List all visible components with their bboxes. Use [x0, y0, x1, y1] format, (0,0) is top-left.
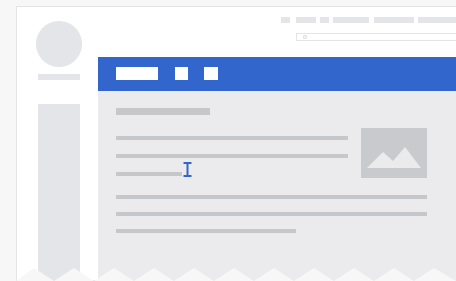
top-nav-placeholder [320, 17, 329, 23]
top-nav-placeholder [296, 17, 316, 23]
text-line-placeholder [116, 136, 348, 140]
avatar-placeholder [36, 21, 82, 67]
heading-placeholder [116, 108, 210, 115]
text-line-placeholder [116, 212, 427, 216]
header-title-placeholder [116, 67, 158, 80]
address-bar-dot [303, 35, 307, 39]
top-nav-placeholder [333, 17, 369, 23]
avatar-caption-placeholder [38, 74, 80, 80]
text-cursor-icon [183, 162, 192, 177]
window-header [98, 57, 456, 91]
image-placeholder-icon [361, 128, 427, 178]
sidebar-placeholder [38, 104, 80, 281]
header-button-placeholder [175, 67, 188, 80]
text-line-placeholder [116, 195, 427, 199]
text-line-placeholder [116, 172, 182, 176]
top-nav-placeholder [281, 17, 290, 23]
header-button-placeholder [204, 67, 218, 80]
top-nav-placeholder [418, 17, 456, 23]
torn-edge [0, 262, 456, 281]
front-window [98, 57, 456, 281]
text-line-placeholder [116, 229, 296, 233]
wireframe-illustration [0, 0, 456, 281]
top-nav-placeholder [374, 17, 414, 23]
text-line-placeholder [116, 154, 348, 158]
address-bar-placeholder [296, 33, 456, 41]
